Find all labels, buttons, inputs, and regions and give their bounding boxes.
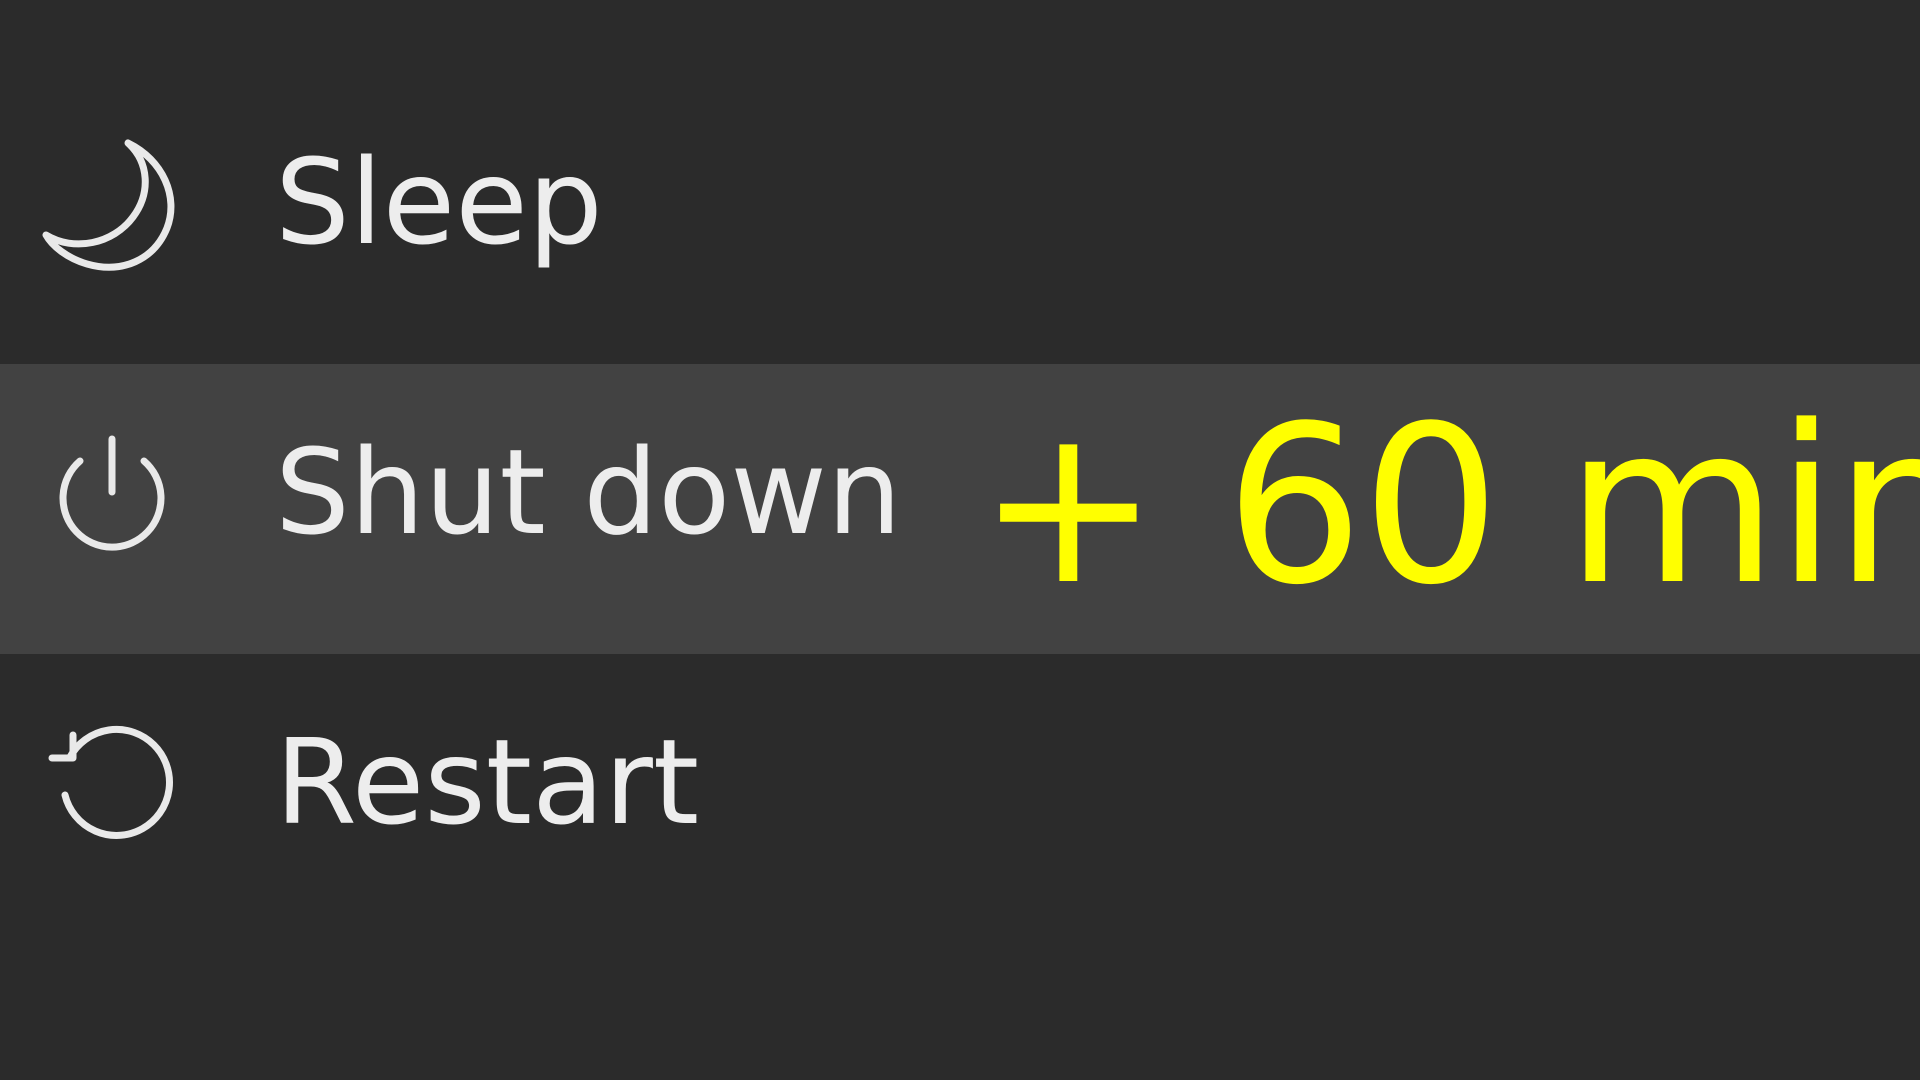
restart-menu-item[interactable]: Restart <box>0 654 1920 944</box>
shutdown-label: Shut down <box>275 423 902 561</box>
shutdown-timer-label: + 60 min <box>977 380 1920 633</box>
shutdown-menu-item[interactable]: Shut down + 60 min <box>0 364 1920 654</box>
moon-icon <box>42 135 182 275</box>
sleep-menu-item[interactable]: Sleep <box>0 74 1920 364</box>
sleep-label: Sleep <box>275 133 603 271</box>
restart-label: Restart <box>275 713 700 851</box>
power-icon <box>42 425 182 565</box>
restart-icon <box>42 715 182 855</box>
power-menu: Sleep Shut down + 60 min Restart <box>0 0 1920 1080</box>
